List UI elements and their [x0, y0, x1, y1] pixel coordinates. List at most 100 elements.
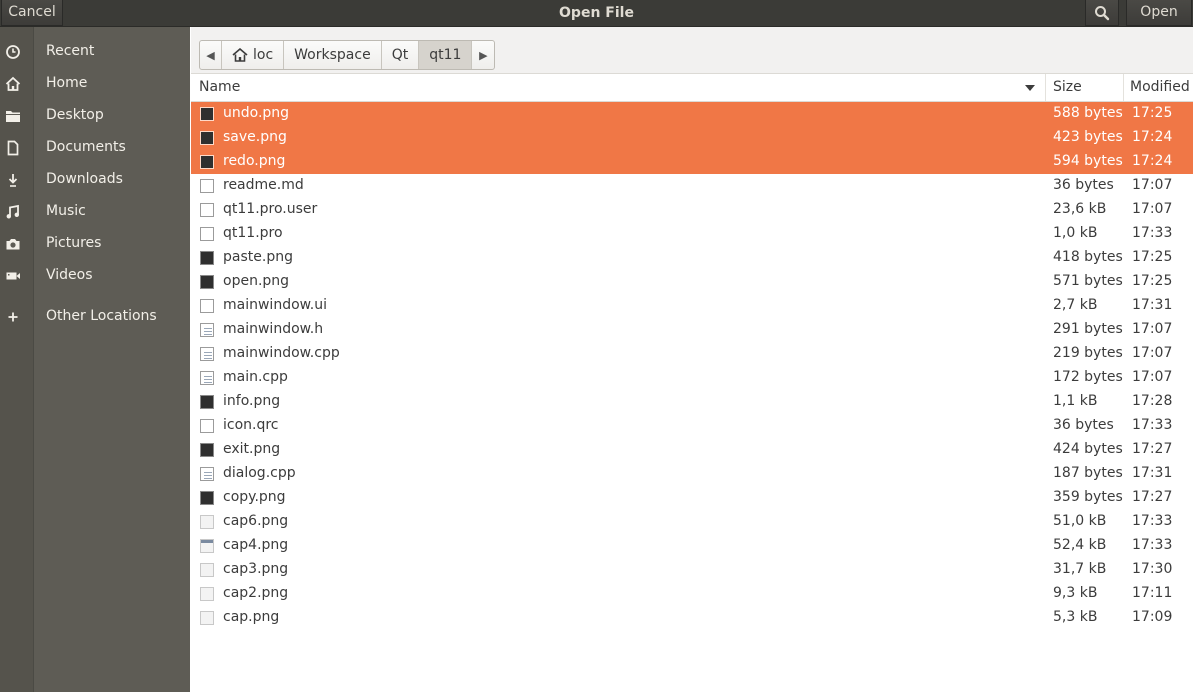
dialog-title: Open File: [559, 5, 634, 21]
file-row[interactable]: paste.png 418 bytes 17:25: [191, 246, 1193, 270]
clock-icon: [6, 45, 20, 59]
file-size: 36 bytes: [1053, 417, 1114, 433]
file-row[interactable]: icon.qrc 36 bytes 17:33: [191, 414, 1193, 438]
column-size-header[interactable]: Size: [1045, 74, 1123, 101]
file-name: main.cpp: [223, 369, 288, 385]
file-modified: 17:27: [1132, 489, 1173, 505]
image-file-icon: [200, 443, 214, 457]
sidebar-item-documents[interactable]: Documents: [0, 132, 190, 164]
image-thumbnail-icon: [200, 611, 214, 625]
file-row[interactable]: mainwindow.ui 2,7 kB 17:31: [191, 294, 1193, 318]
sidebar-item-label: Documents: [46, 139, 126, 155]
file-name: info.png: [223, 393, 281, 409]
sidebar-item-pictures[interactable]: Pictures: [0, 228, 190, 260]
column-modified-header[interactable]: Modified: [1123, 74, 1193, 101]
file-size: 588 bytes: [1053, 105, 1123, 121]
file-name: save.png: [223, 129, 287, 145]
file-row[interactable]: save.png 423 bytes 17:24: [191, 126, 1193, 150]
file-row[interactable]: mainwindow.h 291 bytes 17:07: [191, 318, 1193, 342]
sidebar-item-desktop[interactable]: Desktop: [0, 100, 190, 132]
sidebar-item-other-locations[interactable]: Other Locations: [0, 301, 190, 333]
sidebar-item-label: Recent: [46, 43, 95, 59]
file-row[interactable]: info.png 1,1 kB 17:28: [191, 390, 1193, 414]
sidebar-item-recent[interactable]: Recent: [0, 36, 190, 68]
path-bar-area: ◀ loc Workspace Qt qt11 ▶: [191, 27, 1193, 74]
home-icon: [232, 48, 248, 62]
sidebar-item-label: Home: [46, 75, 88, 91]
file-name: qt11.pro: [223, 225, 283, 241]
search-icon: [1095, 6, 1110, 21]
file-modified: 17:24: [1132, 129, 1173, 145]
file-row[interactable]: exit.png 424 bytes 17:27: [191, 438, 1193, 462]
crumb-qt[interactable]: Qt: [382, 41, 420, 69]
file-row[interactable]: copy.png 359 bytes 17:27: [191, 486, 1193, 510]
column-header: Name Size Modified: [191, 74, 1193, 102]
file-name: dialog.cpp: [223, 465, 296, 481]
document-file-icon: [200, 299, 214, 313]
sidebar-item-label: Other Locations: [46, 308, 157, 324]
file-size: 23,6 kB: [1053, 201, 1107, 217]
sidebar-item-videos[interactable]: Videos: [0, 260, 190, 292]
file-modified: 17:25: [1132, 249, 1173, 265]
file-row[interactable]: redo.png 594 bytes 17:24: [191, 150, 1193, 174]
file-row[interactable]: cap4.png 52,4 kB 17:33: [191, 534, 1193, 558]
crumb-loc[interactable]: loc: [222, 41, 285, 69]
image-thumbnail-icon: [200, 563, 214, 577]
file-size: 423 bytes: [1053, 129, 1123, 145]
image-file-icon: [200, 155, 214, 169]
file-size: 36 bytes: [1053, 177, 1114, 193]
sidebar-item-music[interactable]: Music: [0, 196, 190, 228]
file-name: open.png: [223, 273, 290, 289]
file-modified: 17:07: [1132, 177, 1173, 193]
open-button[interactable]: Open: [1126, 0, 1192, 26]
path-forward-button[interactable]: ▶: [472, 41, 494, 69]
path-back-button[interactable]: ◀: [200, 41, 222, 69]
chevron-right-icon: ▶: [479, 48, 488, 62]
file-name: cap4.png: [223, 537, 289, 553]
file-size: 594 bytes: [1053, 153, 1123, 169]
file-modified: 17:33: [1132, 225, 1173, 241]
crumb-qt11[interactable]: qt11: [419, 41, 473, 69]
crumb-workspace[interactable]: Workspace: [284, 41, 382, 69]
file-row[interactable]: cap2.png 9,3 kB 17:11: [191, 582, 1193, 606]
download-icon: [8, 174, 18, 187]
file-row[interactable]: open.png 571 bytes 17:25: [191, 270, 1193, 294]
text-file-icon: [200, 371, 214, 385]
column-name-header[interactable]: Name: [191, 74, 1045, 101]
file-name: paste.png: [223, 249, 293, 265]
file-row[interactable]: cap.png 5,3 kB 17:09: [191, 606, 1193, 630]
header-bar: Cancel Open File Open: [0, 0, 1193, 27]
file-modified: 17:24: [1132, 153, 1173, 169]
file-row[interactable]: cap6.png 51,0 kB 17:33: [191, 510, 1193, 534]
file-name: cap.png: [223, 609, 280, 625]
document-file-icon: [200, 227, 214, 241]
search-button[interactable]: [1085, 0, 1119, 26]
file-row[interactable]: mainwindow.cpp 219 bytes 17:07: [191, 342, 1193, 366]
sidebar-item-label: Music: [46, 203, 86, 219]
image-file-icon: [200, 275, 214, 289]
text-file-icon: [200, 467, 214, 481]
file-row[interactable]: cap3.png 31,7 kB 17:30: [191, 558, 1193, 582]
file-size: 9,3 kB: [1053, 585, 1098, 601]
sidebar-item-home[interactable]: Home: [0, 68, 190, 100]
file-row[interactable]: qt11.pro.user 23,6 kB 17:07: [191, 198, 1193, 222]
file-row[interactable]: qt11.pro 1,0 kB 17:33: [191, 222, 1193, 246]
file-row[interactable]: undo.png 588 bytes 17:25: [191, 102, 1193, 126]
cancel-button[interactable]: Cancel: [1, 0, 63, 26]
sidebar: Recent Home Desktop Documents Downloads: [0, 27, 190, 692]
file-name: undo.png: [223, 105, 290, 121]
text-file-icon: [200, 347, 214, 361]
file-modified: 17:33: [1132, 513, 1173, 529]
file-name: exit.png: [223, 441, 281, 457]
sidebar-item-label: Downloads: [46, 171, 123, 187]
file-modified: 17:07: [1132, 369, 1173, 385]
file-name: icon.qrc: [223, 417, 279, 433]
file-row[interactable]: main.cpp 172 bytes 17:07: [191, 366, 1193, 390]
file-size: 1,0 kB: [1053, 225, 1098, 241]
breadcrumb: ◀ loc Workspace Qt qt11 ▶: [199, 40, 496, 70]
sidebar-item-downloads[interactable]: Downloads: [0, 164, 190, 196]
file-row[interactable]: dialog.cpp 187 bytes 17:31: [191, 462, 1193, 486]
sidebar-item-label: Pictures: [46, 235, 102, 251]
file-row[interactable]: readme.md 36 bytes 17:07: [191, 174, 1193, 198]
file-modified: 17:07: [1132, 345, 1173, 361]
